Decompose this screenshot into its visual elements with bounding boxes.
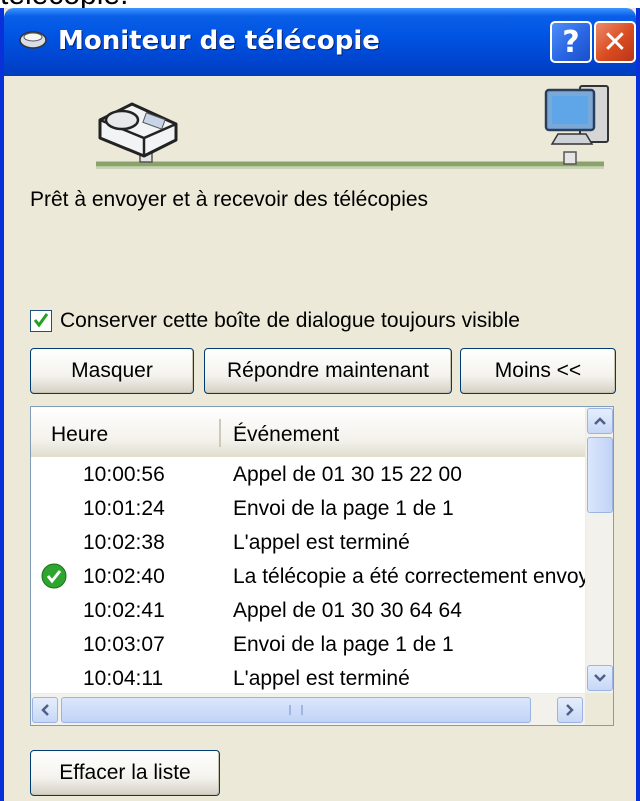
scroll-up-button[interactable] xyxy=(587,408,613,434)
list-header: Heure Événement xyxy=(31,407,585,457)
scroll-down-button[interactable] xyxy=(587,665,613,691)
clear-list-button[interactable]: Effacer la liste xyxy=(30,750,220,796)
keep-visible-label: Conserver cette boîte de dialogue toujou… xyxy=(60,309,520,332)
list-row[interactable]: 10:02:40 La télécopie a été correctement… xyxy=(31,559,585,593)
row-event: Envoi de la page 1 de 1 xyxy=(233,633,454,656)
column-separator[interactable] xyxy=(219,419,221,447)
row-time: 10:04:11 xyxy=(83,667,164,690)
scroll-right-button[interactable] xyxy=(557,697,583,723)
list-row[interactable]: 10:01:24 Envoi de la page 1 de 1 xyxy=(31,491,585,525)
row-event: L'appel est terminé xyxy=(233,667,410,690)
row-event: L'appel est terminé xyxy=(233,531,410,554)
keep-visible-row[interactable]: Conserver cette boîte de dialogue toujou… xyxy=(30,308,520,334)
chevron-left-icon xyxy=(41,704,49,716)
row-event: Envoi de la page 1 de 1 xyxy=(233,497,454,520)
row-event: Appel de 01 30 30 64 64 xyxy=(233,599,462,622)
window-title: Moniteur de télécopie xyxy=(58,26,380,56)
list-row[interactable]: 10:02:38 L'appel est terminé xyxy=(31,525,585,559)
list-rows: 10:00:56 Appel de 01 30 15 22 00 10:01:2… xyxy=(31,457,585,693)
title-bar[interactable]: Moniteur de télécopie ? ✕ xyxy=(4,8,636,76)
less-button[interactable]: Moins << xyxy=(460,348,616,394)
row-event: La télécopie a été correctement envoyée xyxy=(233,565,585,588)
list-row[interactable]: 10:03:07 Envoi de la page 1 de 1 xyxy=(31,627,585,661)
vertical-scroll-thumb[interactable] xyxy=(587,437,613,513)
help-button[interactable]: ? xyxy=(550,21,592,63)
chevron-up-icon xyxy=(594,417,606,425)
row-time: 10:01:24 xyxy=(83,497,165,520)
checkmark-icon xyxy=(34,313,48,328)
fax-monitor-window: Moniteur de télécopie ? ✕ Prêt à envoyer… xyxy=(0,8,640,801)
horizontal-scroll-thumb[interactable] xyxy=(61,697,531,723)
chevron-right-icon xyxy=(566,704,574,716)
row-time: 10:02:41 xyxy=(83,599,165,622)
fax-to-computer-illustration xyxy=(96,85,609,169)
computer-icon xyxy=(544,85,609,165)
event-list: Heure Événement 10:00:56 Appel de 01 30 … xyxy=(30,406,614,726)
list-row[interactable]: 10:02:41 Appel de 01 30 30 64 64 xyxy=(31,593,585,627)
scrollbar-corner xyxy=(585,693,613,725)
answer-now-button[interactable]: Répondre maintenant xyxy=(204,348,452,394)
row-time: 10:02:40 xyxy=(83,565,165,588)
hide-button[interactable]: Masquer xyxy=(30,348,194,394)
row-time: 10:00:56 xyxy=(83,463,165,486)
chevron-down-icon xyxy=(594,674,606,682)
horizontal-scrollbar[interactable] xyxy=(31,693,613,725)
fax-machine-icon xyxy=(98,102,178,163)
row-time: 10:02:38 xyxy=(83,531,165,554)
column-header-event[interactable]: Événement xyxy=(233,423,339,447)
success-check-icon xyxy=(41,563,67,589)
column-header-time[interactable]: Heure xyxy=(51,423,108,447)
fax-app-icon xyxy=(19,31,47,49)
close-button[interactable]: ✕ xyxy=(594,21,636,63)
vertical-scrollbar[interactable] xyxy=(585,407,613,693)
row-time: 10:03:07 xyxy=(83,633,165,656)
status-message: Prêt à envoyer et à recevoir des télécop… xyxy=(30,188,429,211)
keep-visible-checkbox[interactable] xyxy=(30,310,52,332)
grip-icon xyxy=(289,705,303,715)
list-row[interactable]: 10:04:11 L'appel est terminé xyxy=(31,661,585,693)
scroll-left-button[interactable] xyxy=(32,697,58,723)
row-event: Appel de 01 30 15 22 00 xyxy=(233,463,462,486)
list-row[interactable]: 10:00:56 Appel de 01 30 15 22 00 xyxy=(31,457,585,491)
